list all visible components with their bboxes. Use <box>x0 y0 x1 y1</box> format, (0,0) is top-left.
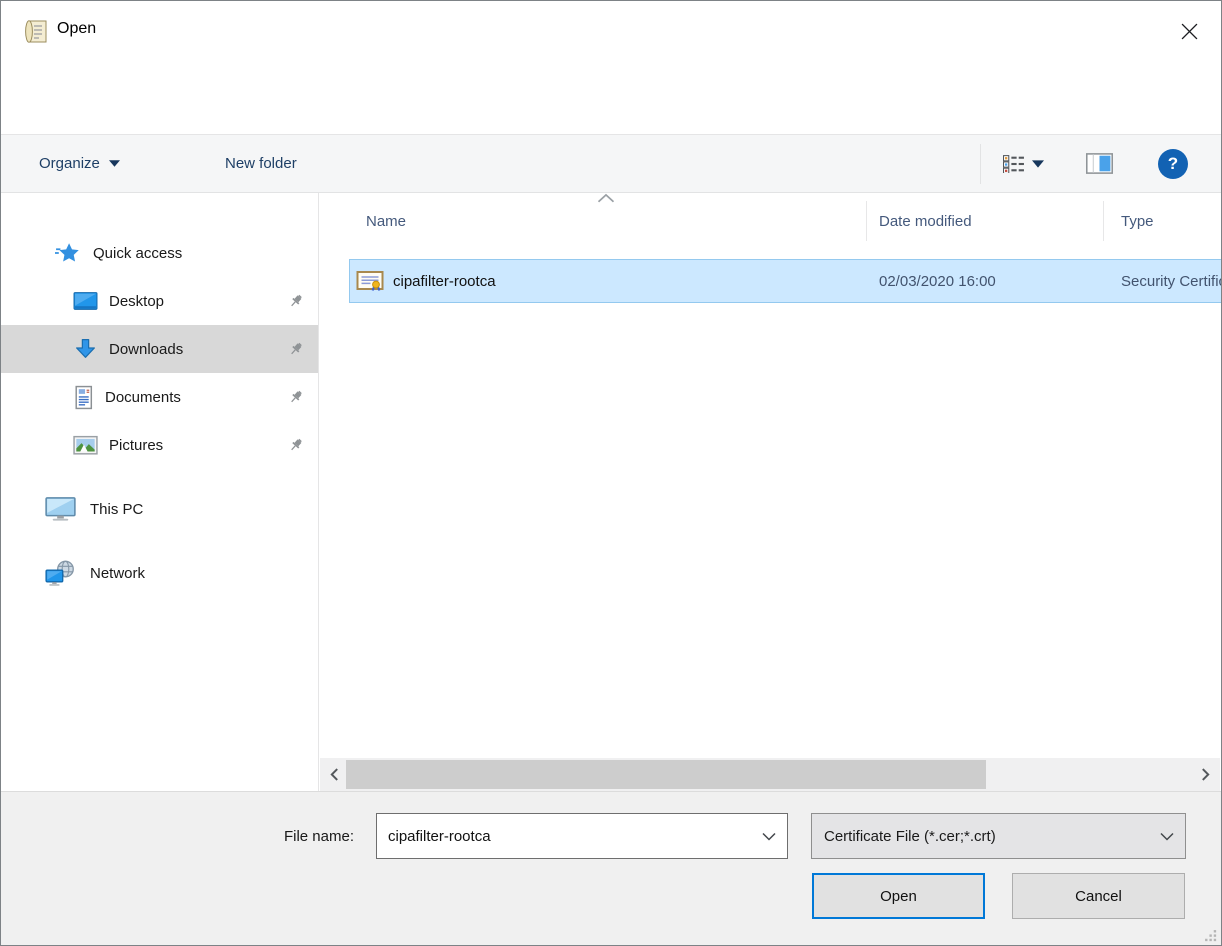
scroll-icon <box>21 17 51 47</box>
certificate-icon <box>356 269 384 293</box>
new-folder-button[interactable]: New folder <box>225 135 297 192</box>
sidebar-label: Quick access <box>93 245 182 262</box>
help-button[interactable]: ? <box>1158 149 1188 179</box>
column-headers: Name Date modified Type <box>349 201 1221 241</box>
scrollbar-left-icon <box>330 768 339 781</box>
file-type-select[interactable]: Certificate File (*.cer;*.crt) <box>811 813 1186 859</box>
downloads-folder-icon <box>73 337 98 362</box>
file-name: cipafilter-rootca <box>393 273 496 290</box>
sidebar-label: Desktop <box>109 293 164 310</box>
help-glyph: ? <box>1168 154 1178 174</box>
column-header-type[interactable]: Type <box>1104 201 1221 241</box>
sidebar-label: Network <box>90 565 145 582</box>
resize-grip-icon[interactable] <box>1204 929 1217 942</box>
main-area: Quick access Desktop <box>1 193 1221 791</box>
sidebar-item-network[interactable]: Network <box>1 549 318 597</box>
details-view-icon <box>1003 155 1025 173</box>
new-folder-label: New folder <box>225 155 297 172</box>
sidebar-label: This PC <box>90 501 143 518</box>
navigation-bar: This PC Downloads <box>1 63 1221 134</box>
scrollbar-thumb[interactable] <box>346 760 986 789</box>
change-view-button[interactable] <box>1003 155 1044 173</box>
preview-pane-icon <box>1086 153 1113 174</box>
this-pc-icon <box>45 496 76 523</box>
combo-chevron-icon <box>1160 832 1174 841</box>
scrollbar-left-button[interactable] <box>326 758 343 791</box>
file-type-dropdown-button[interactable] <box>1149 814 1185 858</box>
pin-icon <box>288 437 304 453</box>
scrollbar-right-button[interactable] <box>1197 758 1214 791</box>
pin-icon <box>288 389 304 405</box>
file-name-combobox <box>376 813 788 859</box>
close-icon <box>1181 23 1198 40</box>
file-type: Security Certificate <box>1104 273 1221 290</box>
organize-button[interactable]: Organize <box>39 135 120 192</box>
open-button[interactable]: Open <box>812 873 985 919</box>
navigation-pane: Quick access Desktop <box>1 193 319 791</box>
organize-caret-icon <box>109 160 120 167</box>
toolbar-divider <box>980 144 981 184</box>
close-button[interactable] <box>1167 9 1211 53</box>
network-icon <box>45 560 76 587</box>
sidebar-item-pictures[interactable]: Pictures <box>1 421 318 469</box>
organize-label: Organize <box>39 155 100 172</box>
file-type-value: Certificate File (*.cer;*.crt) <box>812 828 1149 845</box>
command-toolbar: Organize New folder <box>1 134 1221 193</box>
file-row[interactable]: cipafilter-rootca 02/03/2020 16:00 Secur… <box>349 259 1221 303</box>
file-list: Name Date modified Type cipafilter-rootc… <box>320 193 1221 791</box>
view-dropdown-caret-icon <box>1032 160 1044 168</box>
sidebar-item-desktop[interactable]: Desktop <box>1 277 318 325</box>
preview-pane-button[interactable] <box>1086 153 1113 174</box>
file-date-modified: 02/03/2020 16:00 <box>867 273 1104 290</box>
scrollbar-right-icon <box>1201 768 1210 781</box>
file-name-input[interactable] <box>377 827 751 846</box>
file-name-label: File name: <box>201 813 354 859</box>
sidebar-label: Downloads <box>109 341 183 358</box>
sidebar-label: Documents <box>105 389 181 406</box>
open-dialog-window: Open <box>0 0 1222 946</box>
cancel-button[interactable]: Cancel <box>1012 873 1185 919</box>
sidebar-label: Pictures <box>109 437 163 454</box>
pin-icon <box>288 293 304 309</box>
horizontal-scrollbar[interactable] <box>320 758 1220 791</box>
combo-chevron-icon <box>762 832 776 841</box>
quick-access-star-icon <box>55 241 81 265</box>
sidebar-item-this-pc[interactable]: This PC <box>1 485 318 533</box>
sidebar-item-downloads[interactable]: Downloads <box>1 325 318 373</box>
title-bar: Open <box>1 1 1221 63</box>
pin-icon <box>288 341 304 357</box>
help-icon: ? <box>1158 149 1188 179</box>
desktop-icon <box>73 291 98 312</box>
sidebar-item-quick-access[interactable]: Quick access <box>1 229 318 277</box>
column-header-date-modified[interactable]: Date modified <box>867 201 1104 241</box>
sidebar-item-documents[interactable]: Documents <box>1 373 318 421</box>
window-title: Open <box>57 20 96 38</box>
column-header-name[interactable]: Name <box>349 201 867 241</box>
pictures-icon <box>73 435 98 456</box>
file-name-dropdown-button[interactable] <box>751 814 787 858</box>
documents-icon <box>73 385 94 410</box>
footer-bar: File name: Certificate File (*.cer;*.crt… <box>1 791 1221 945</box>
